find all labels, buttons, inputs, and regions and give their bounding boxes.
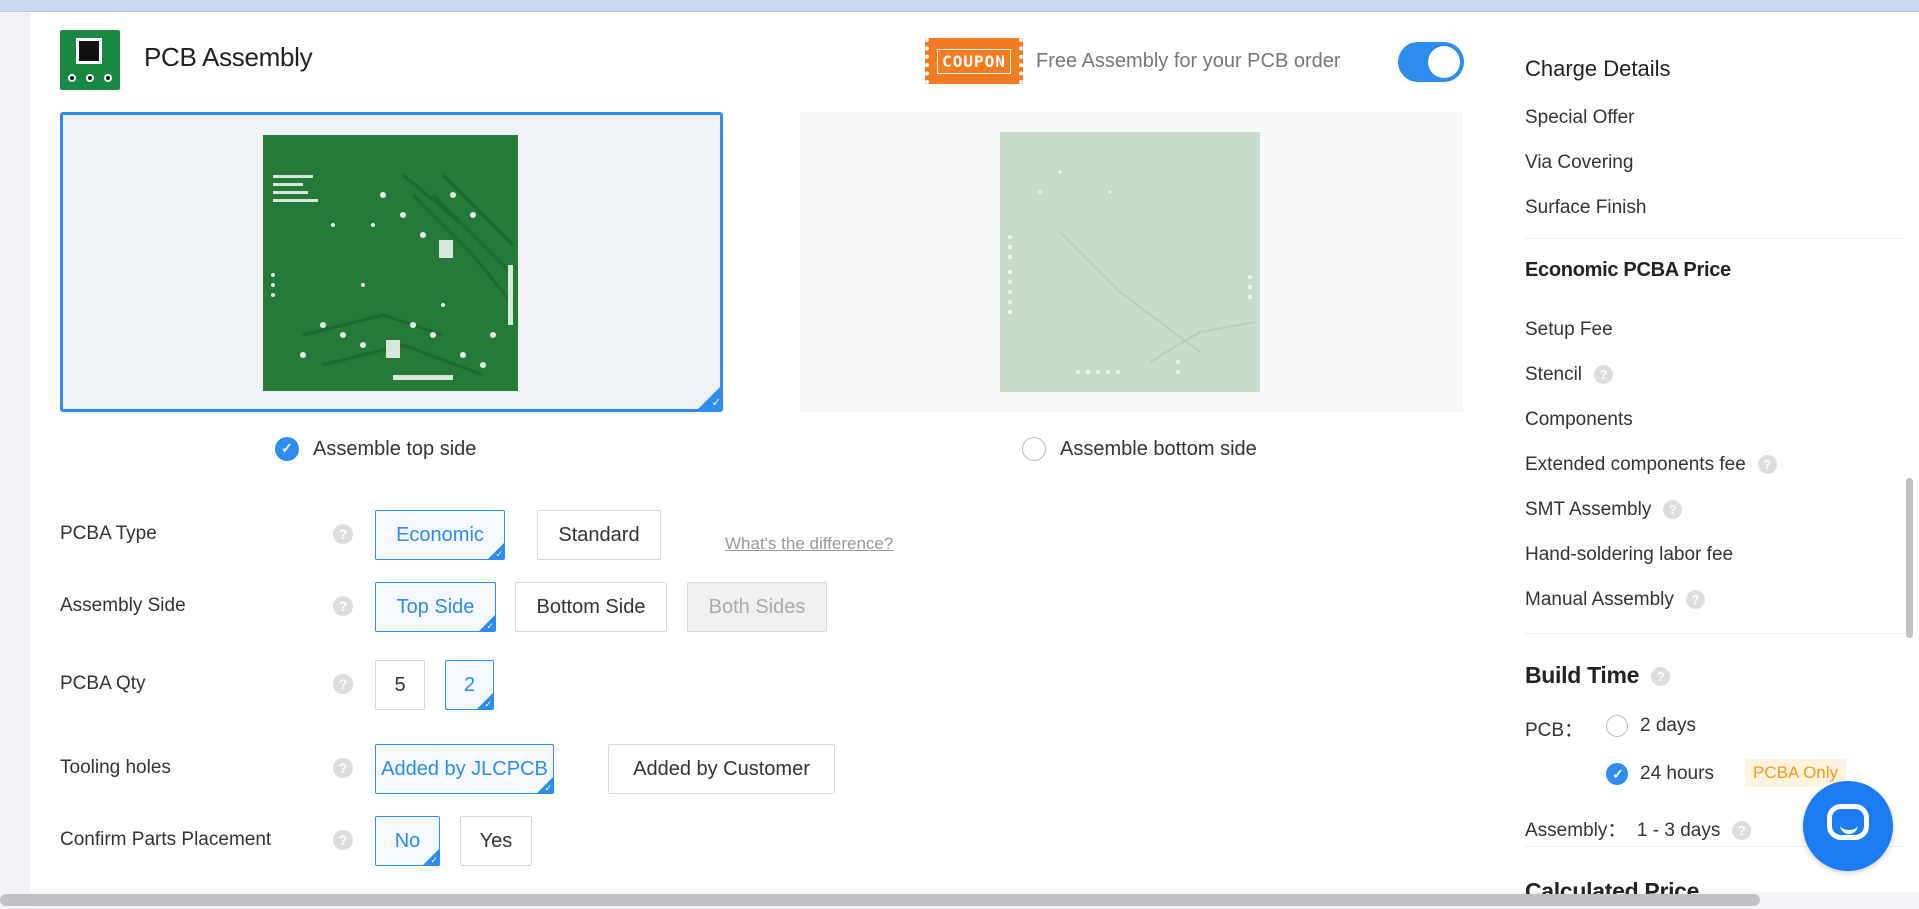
left-gutter (0, 12, 30, 909)
confirm-parts-label: Confirm Parts Placement (60, 829, 272, 850)
divider (1525, 633, 1905, 634)
pcba-qty-5-button[interactable]: 5 (375, 660, 425, 710)
pcba-type-standard-button[interactable]: Standard (537, 510, 661, 560)
manual-assembly-item: Manual Assembly? (1525, 589, 1705, 611)
pcba-only-badge: PCBA Only (1745, 759, 1847, 787)
extended-components-item: Extended components fee? (1525, 454, 1777, 476)
setup-fee-label: Setup Fee (1525, 319, 1613, 340)
top-side-board-image (263, 135, 518, 391)
smt-assembly-help-icon[interactable]: ? (1663, 500, 1683, 520)
hand-soldering-label: Hand-soldering labor fee (1525, 544, 1734, 565)
smt-assembly-item: SMT Assembly? (1525, 499, 1683, 521)
assembly-side-top-button[interactable]: Top Side (375, 582, 496, 632)
browser-top-bar (0, 0, 1919, 12)
pcb-24-hours-radio[interactable] (1606, 763, 1628, 785)
confirm-parts-no-button[interactable]: No (375, 816, 440, 866)
manual-assembly-help-icon[interactable]: ? (1685, 590, 1705, 610)
pcba-qty-help-icon[interactable]: ? (333, 674, 353, 694)
live-chat-button[interactable] (1803, 781, 1893, 871)
stencil-item: Stencil? (1525, 364, 1614, 386)
assemble-bottom-option[interactable]: Assemble bottom side (1022, 437, 1257, 461)
tooling-customer-button[interactable]: Added by Customer (608, 744, 835, 794)
pcba-type-help-icon[interactable]: ? (333, 524, 353, 544)
selected-check-icon (698, 387, 721, 409)
bottom-side-board-card[interactable] (800, 112, 1463, 412)
confirm-parts-help-icon[interactable]: ? (333, 830, 353, 850)
pcba-qty-2-button[interactable]: 2 (445, 660, 494, 710)
chat-bubble-icon (1827, 804, 1869, 840)
assembly-side-help-icon[interactable]: ? (333, 596, 353, 616)
top-side-board-card[interactable] (60, 112, 723, 412)
pcb-build-label: PCB： (1525, 720, 1584, 741)
surface-finish-label: Surface Finish (1525, 197, 1647, 218)
pcb-2-days-radio[interactable] (1606, 715, 1628, 737)
assembly-side-label: Assembly Side (60, 595, 186, 616)
economic-pcba-price-title: Economic PCBA Price (1525, 259, 1731, 281)
assembly-help-icon[interactable]: ? (1732, 821, 1752, 841)
bottom-side-board-image (1000, 132, 1260, 392)
bottom-side-radio[interactable] (1022, 437, 1046, 461)
divider (1525, 238, 1905, 239)
page-title: PCB Assembly (144, 42, 313, 72)
vertical-scrollbar[interactable] (1906, 478, 1913, 638)
assembly-time: Assembly： 1 - 3 days? (1525, 815, 1752, 842)
coupon-text: Free Assembly for your PCB order (1036, 50, 1341, 72)
special-offer-label: Special Offer (1525, 107, 1635, 128)
whats-the-difference-link[interactable]: What's the difference? (725, 534, 893, 554)
coupon-icon: COUPON (925, 38, 1023, 84)
free-assembly-toggle[interactable] (1398, 42, 1464, 82)
charge-details-panel: Charge Details Special Offer Via Coverin… (1500, 12, 1919, 904)
pcb-2-days-option[interactable]: 2 days (1606, 715, 1696, 737)
tooling-jlcpcb-button[interactable]: Added by JLCPCB (375, 744, 554, 794)
components-label: Components (1525, 409, 1633, 430)
pcba-type-label: PCBA Type (60, 523, 157, 544)
pcba-qty-label: PCBA Qty (60, 673, 146, 694)
via-covering-label: Via Covering (1525, 152, 1634, 173)
pcba-type-economic-button[interactable]: Economic (375, 510, 505, 560)
top-side-radio[interactable] (275, 437, 299, 461)
horizontal-scrollbar[interactable] (0, 894, 1760, 906)
build-time-title: Build Time? (1525, 662, 1671, 689)
tooling-holes-help-icon[interactable]: ? (333, 758, 353, 778)
assemble-top-option[interactable]: Assemble top side (275, 437, 476, 461)
assembly-side-both-button: Both Sides (687, 582, 827, 632)
pcb-assembly-icon (60, 30, 120, 90)
pcb-24-hours-option[interactable]: 24 hours (1606, 763, 1714, 785)
stencil-help-icon[interactable]: ? (1594, 365, 1614, 385)
extended-components-help-icon[interactable]: ? (1757, 455, 1777, 475)
assembly-panel: PCB Assembly COUPON Free Assembly for yo… (30, 12, 1500, 892)
assembly-side-bottom-button[interactable]: Bottom Side (515, 582, 667, 632)
confirm-parts-yes-button[interactable]: Yes (460, 816, 532, 866)
tooling-holes-label: Tooling holes (60, 757, 171, 778)
build-time-help-icon[interactable]: ? (1651, 667, 1671, 687)
charge-details-title: Charge Details (1525, 56, 1671, 81)
